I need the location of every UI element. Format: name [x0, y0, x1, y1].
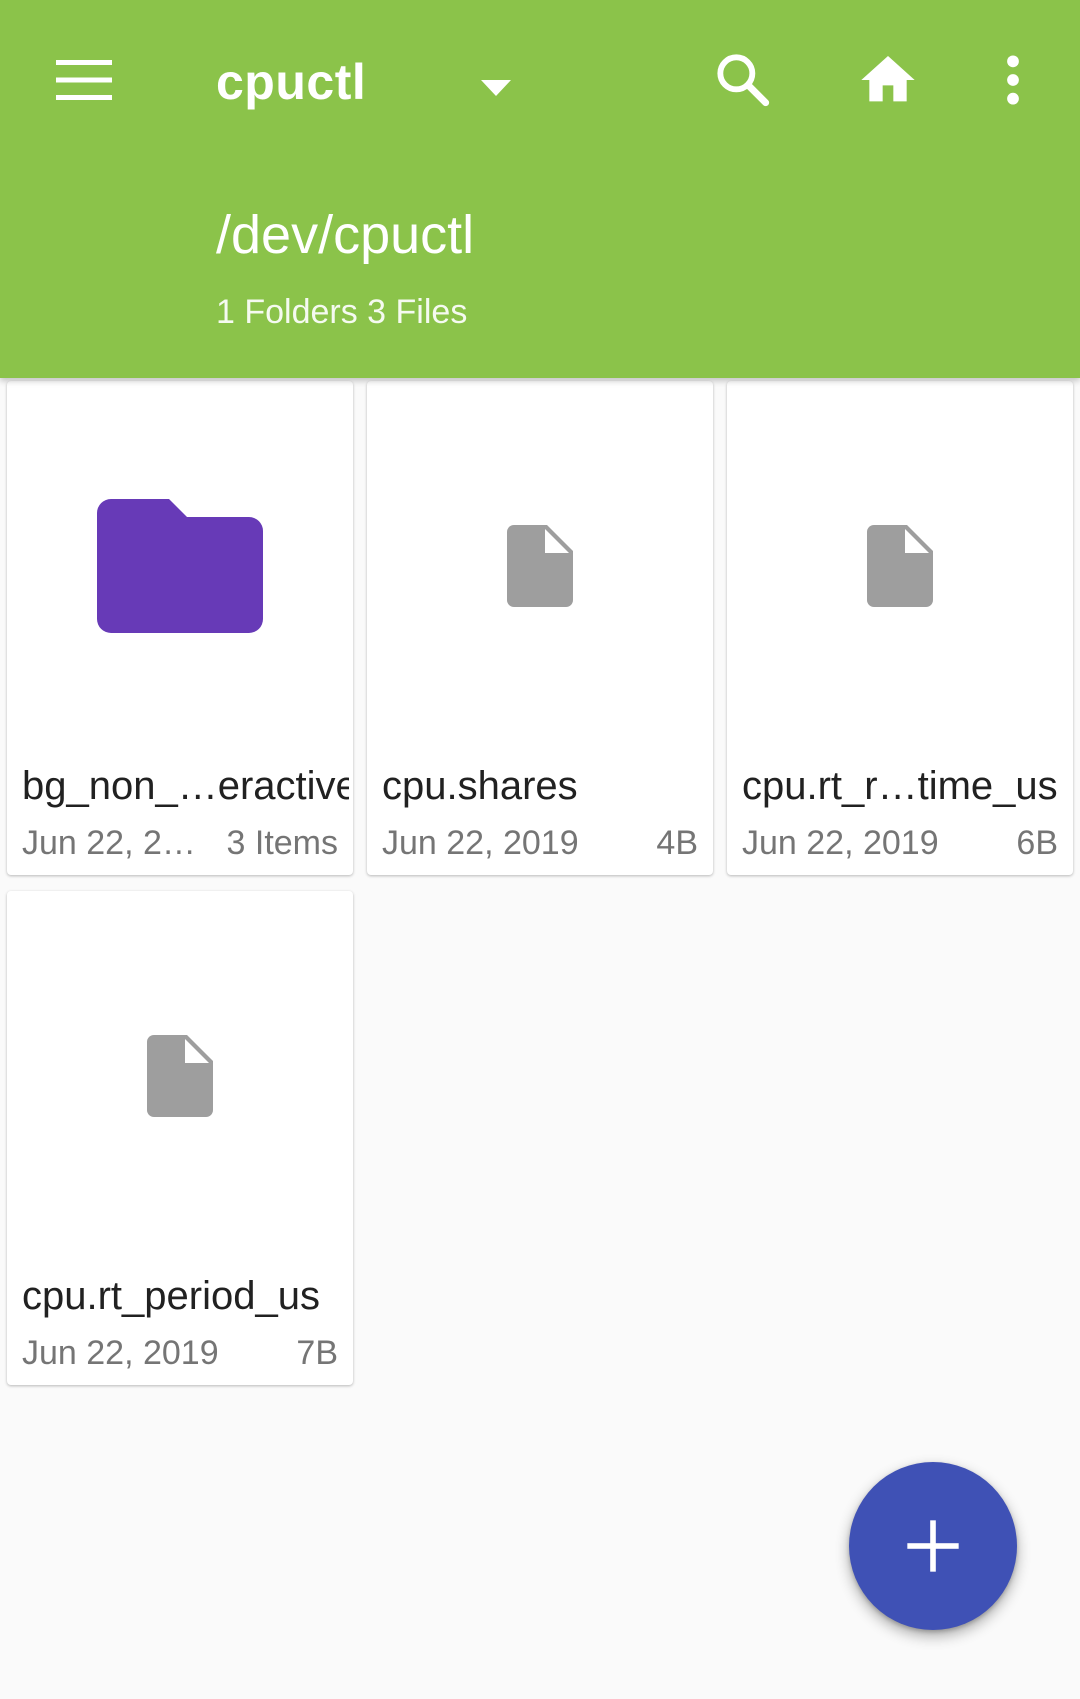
grid-item-file[interactable]: cpu.rt_period_us Jun 22, 2019 7B — [7, 891, 353, 1385]
home-button[interactable] — [840, 36, 936, 124]
item-date: Jun 22, 2019 — [22, 1334, 219, 1372]
current-path: /dev/cpuctl — [216, 205, 475, 265]
grid-item-file[interactable]: cpu.rt_r…time_us Jun 22, 2019 6B — [727, 381, 1073, 875]
more-vert-icon — [1007, 55, 1019, 105]
home-icon — [861, 56, 915, 102]
item-date: Jun 22, 2… — [22, 824, 196, 862]
file-icon — [507, 525, 573, 607]
plus-icon — [907, 1520, 959, 1572]
folder-summary: 1 Folders 3 Files — [216, 293, 468, 331]
item-thumbnail — [367, 381, 713, 751]
dropdown-arrow-icon[interactable] — [478, 78, 514, 98]
app-title: cpuctl — [216, 54, 367, 110]
item-name: cpu.shares — [382, 764, 578, 808]
menu-button[interactable] — [36, 36, 132, 124]
location-selector[interactable]: cpuctl — [216, 42, 366, 122]
item-thumbnail — [7, 381, 353, 751]
file-icon — [867, 525, 933, 607]
add-button[interactable] — [849, 1462, 1017, 1630]
item-date: Jun 22, 2019 — [382, 824, 579, 862]
grid-item-file[interactable]: cpu.shares Jun 22, 2019 4B — [367, 381, 713, 875]
item-size: 4B — [656, 824, 698, 862]
grid-item-folder[interactable]: bg_non_…eractive Jun 22, 2… 3 Items — [7, 381, 353, 875]
item-thumbnail — [727, 381, 1073, 751]
item-size: 7B — [296, 1334, 338, 1372]
more-options-button[interactable] — [965, 36, 1061, 124]
file-icon — [147, 1035, 213, 1117]
folder-icon — [97, 499, 263, 633]
item-name: cpu.rt_r…time_us — [742, 764, 1058, 808]
search-button[interactable] — [695, 36, 791, 124]
hamburger-menu-icon — [56, 60, 112, 100]
item-name: cpu.rt_period_us — [22, 1274, 320, 1318]
item-size: 6B — [1016, 824, 1058, 862]
item-name: bg_non_…eractive — [22, 764, 349, 808]
item-size: 3 Items — [226, 824, 338, 862]
app-bar: cpuctl /dev/cpuctl 1 Folders 3 Files — [0, 0, 1080, 378]
item-thumbnail — [7, 891, 353, 1261]
search-icon — [717, 54, 770, 107]
item-date: Jun 22, 2019 — [742, 824, 939, 862]
